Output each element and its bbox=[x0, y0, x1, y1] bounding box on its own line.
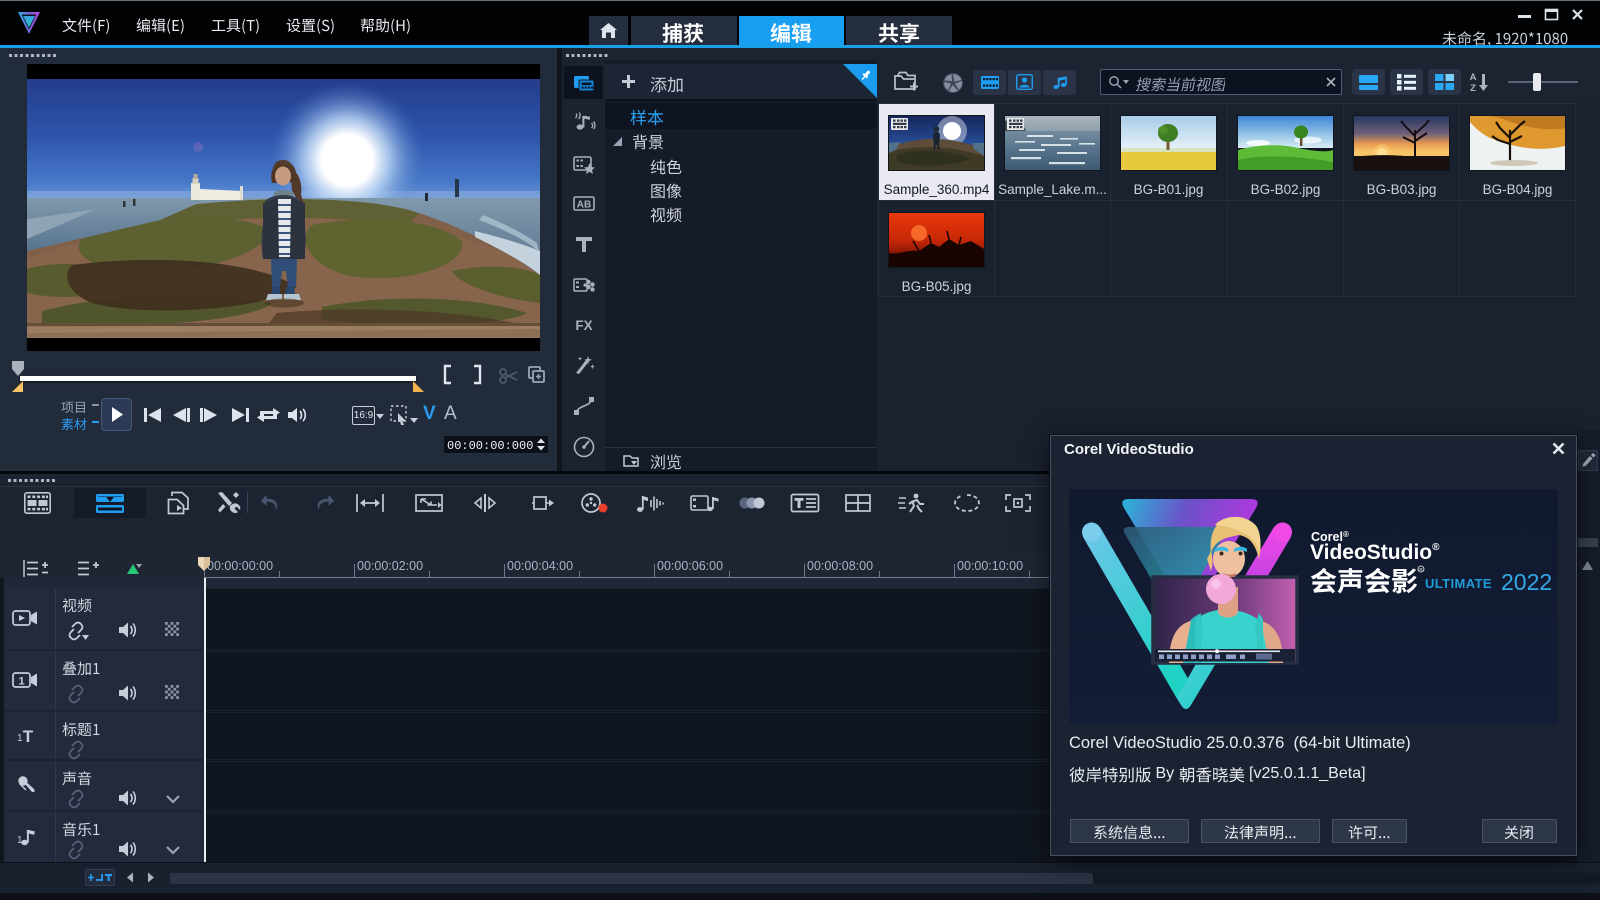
svg-text:00:00:08:00: 00:00:08:00 bbox=[807, 559, 873, 573]
svg-text:00:00:10:00: 00:00:10:00 bbox=[957, 559, 1023, 573]
svg-text:00:00:04:00: 00:00:04:00 bbox=[507, 559, 573, 573]
svg-text:1: 1 bbox=[18, 676, 24, 688]
svg-text:FX: FX bbox=[575, 318, 592, 333]
svg-text:2022: 2022 bbox=[1501, 569, 1552, 595]
svg-text:00:00:02:00: 00:00:02:00 bbox=[357, 559, 423, 573]
svg-text:00:00:00:00: 00:00:00:00 bbox=[207, 559, 273, 573]
svg-text:VideoStudio®: VideoStudio® bbox=[1310, 541, 1440, 564]
svg-text:T: T bbox=[23, 727, 34, 746]
svg-text:1: 1 bbox=[17, 835, 23, 846]
svg-text:00:00:06:00: 00:00:06:00 bbox=[657, 559, 723, 573]
svg-text:A: A bbox=[1470, 72, 1477, 83]
svg-text:ULTIMATE: ULTIMATE bbox=[1425, 576, 1492, 591]
svg-text:AB: AB bbox=[577, 200, 591, 211]
svg-text:Z: Z bbox=[1470, 83, 1476, 93]
